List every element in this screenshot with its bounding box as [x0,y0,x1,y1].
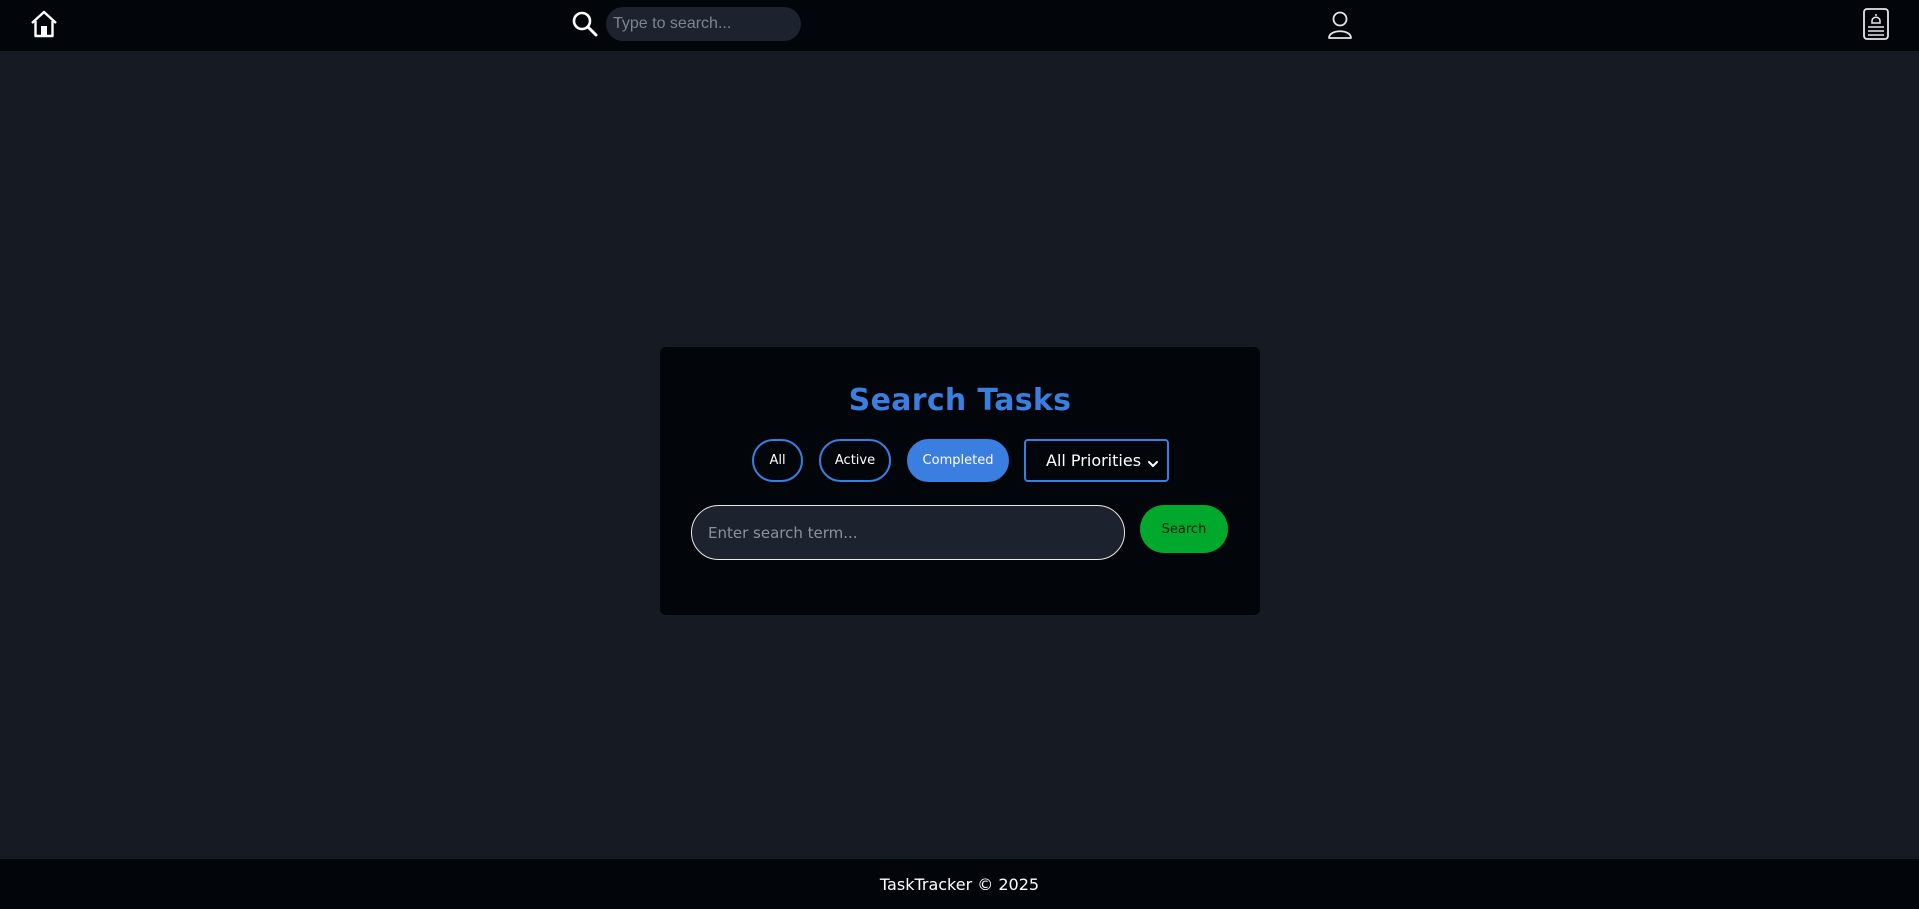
page-title: Search Tasks [848,383,1072,418]
filter-all-button[interactable]: All [752,439,803,482]
search-icon[interactable] [571,10,599,38]
priority-select-value: All Priorities [1046,451,1142,470]
home-icon[interactable] [29,9,59,39]
search-term-input[interactable] [691,505,1125,560]
top-navbar [0,0,1919,51]
filter-completed-button[interactable]: Completed [907,439,1009,482]
user-icon[interactable] [1327,10,1353,40]
search-button[interactable]: Search [1140,505,1228,553]
top-search-input[interactable] [606,7,801,41]
notification-bell-icon[interactable] [1862,7,1890,41]
footer-copyright: TaskTracker © 2025 [879,874,1040,894]
filter-active-button[interactable]: Active [819,439,891,482]
footer: TaskTracker © 2025 [0,859,1919,909]
search-tasks-card: Search Tasks All Active Completed All Pr… [660,347,1260,615]
chevron-down-icon [1147,455,1159,467]
priority-select[interactable]: All Priorities [1024,439,1169,482]
